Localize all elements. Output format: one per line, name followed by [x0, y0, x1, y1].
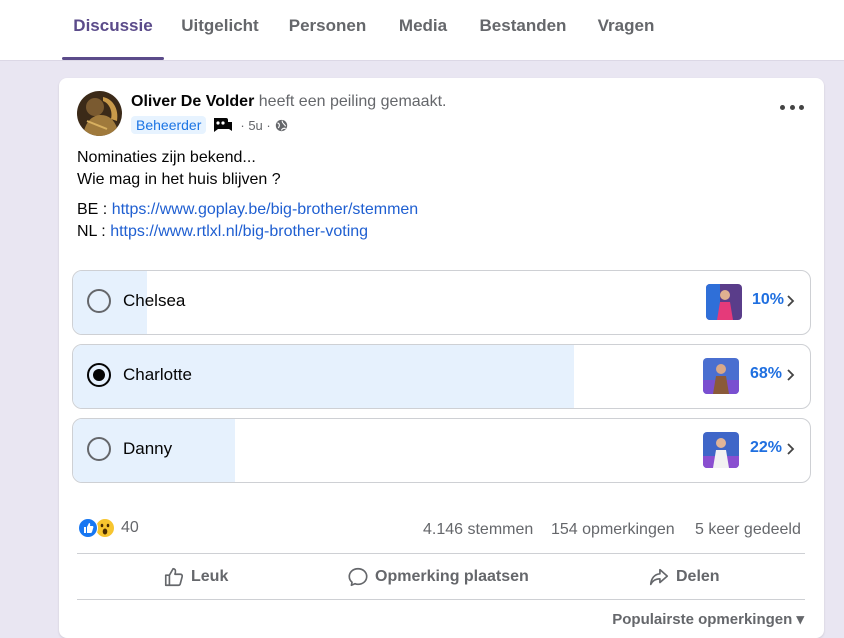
comments-count[interactable]: 154 opmerkingen — [551, 521, 675, 539]
chevron-right-icon[interactable] — [786, 442, 796, 456]
poll-option-charlotte[interactable]: Charlotte 68% — [72, 344, 811, 409]
share-label: Delen — [676, 568, 720, 585]
wow-reaction-icon — [95, 518, 115, 538]
like-label: Leuk — [191, 568, 229, 585]
post-links: BE : https://www.goplay.be/big-brother/s… — [77, 199, 418, 243]
post-time[interactable]: · 5u · — [240, 118, 270, 133]
thumbs-up-icon — [164, 567, 184, 587]
tab-bestanden[interactable]: Bestanden — [475, 0, 571, 60]
like-button[interactable]: Leuk — [163, 565, 228, 589]
comment-icon — [348, 567, 368, 587]
poll-option-label: Charlotte — [123, 365, 192, 384]
poll-post-card: Oliver De Volder heeft een peiling gemaa… — [59, 78, 824, 638]
shares-count[interactable]: 5 keer gedeeld — [695, 521, 801, 539]
group-tabs-bar: Discussie Uitgelicht Personen Media Best… — [0, 0, 844, 61]
poll-radio[interactable] — [87, 437, 111, 461]
poll-option-chelsea[interactable]: Chelsea 10% — [72, 270, 811, 335]
reaction-summary[interactable]: 40 — [78, 518, 139, 538]
rtlxl-link[interactable]: https://www.rtlxl.nl/big-brother-voting — [110, 223, 368, 240]
poll-option-label: Chelsea — [123, 291, 186, 310]
admin-badge[interactable]: Beheerder — [131, 116, 207, 134]
post-meta: Beheerder · 5u · — [131, 115, 288, 135]
comment-label: Opmerking plaatsen — [375, 568, 529, 585]
chevron-right-icon[interactable] — [786, 294, 796, 308]
poll-radio[interactable] — [87, 289, 111, 313]
post-action-text: heeft een peiling gemaakt. — [258, 93, 447, 110]
poll-percent: 22% — [750, 439, 783, 456]
tab-media[interactable]: Media — [391, 0, 455, 60]
nl-prefix: NL : — [77, 223, 111, 240]
share-button[interactable]: Delen — [648, 565, 720, 589]
ellipsis-icon[interactable] — [780, 100, 804, 114]
post-text-line-1: Nominaties zijn bekend... — [77, 149, 256, 166]
poll-option-label: Danny — [123, 439, 173, 458]
voter-avatar — [703, 432, 739, 468]
divider — [77, 599, 805, 600]
globe-icon — [275, 119, 288, 132]
tab-discussie[interactable]: Discussie — [62, 0, 164, 60]
share-icon — [649, 568, 669, 586]
voter-avatar — [706, 284, 742, 320]
tab-personen[interactable]: Personen — [284, 0, 371, 60]
tab-uitgelicht[interactable]: Uitgelicht — [175, 0, 265, 60]
poll-percent: 10% — [752, 291, 785, 308]
divider — [77, 553, 805, 554]
post-text-line-2: Wie mag in het huis blijven ? — [77, 171, 281, 188]
poll-option-danny[interactable]: Danny 22% — [72, 418, 811, 483]
post-text: Nominaties zijn bekend... Wie mag in het… — [77, 147, 281, 191]
be-prefix: BE : — [77, 201, 112, 218]
poll-percent: 68% — [750, 365, 783, 382]
author-avatar[interactable] — [77, 91, 122, 136]
community-chat-icon — [212, 116, 234, 134]
poll-radio-selected[interactable] — [87, 363, 111, 387]
votes-count[interactable]: 4.146 stemmen — [423, 521, 533, 539]
reaction-count: 40 — [121, 519, 139, 536]
voter-avatar — [703, 358, 739, 394]
like-reaction-icon — [78, 518, 98, 538]
goplay-link[interactable]: https://www.goplay.be/big-brother/stemme… — [112, 201, 419, 218]
author-name[interactable]: Oliver De Volder — [131, 93, 254, 110]
post-header: Oliver De Volder heeft een peiling gemaa… — [131, 93, 446, 111]
chevron-right-icon[interactable] — [786, 368, 796, 382]
comment-button[interactable]: Opmerking plaatsen — [347, 565, 529, 589]
tab-vragen[interactable]: Vragen — [591, 0, 661, 60]
comment-sort-dropdown[interactable]: Populairste opmerkingen ▾ — [612, 610, 804, 628]
